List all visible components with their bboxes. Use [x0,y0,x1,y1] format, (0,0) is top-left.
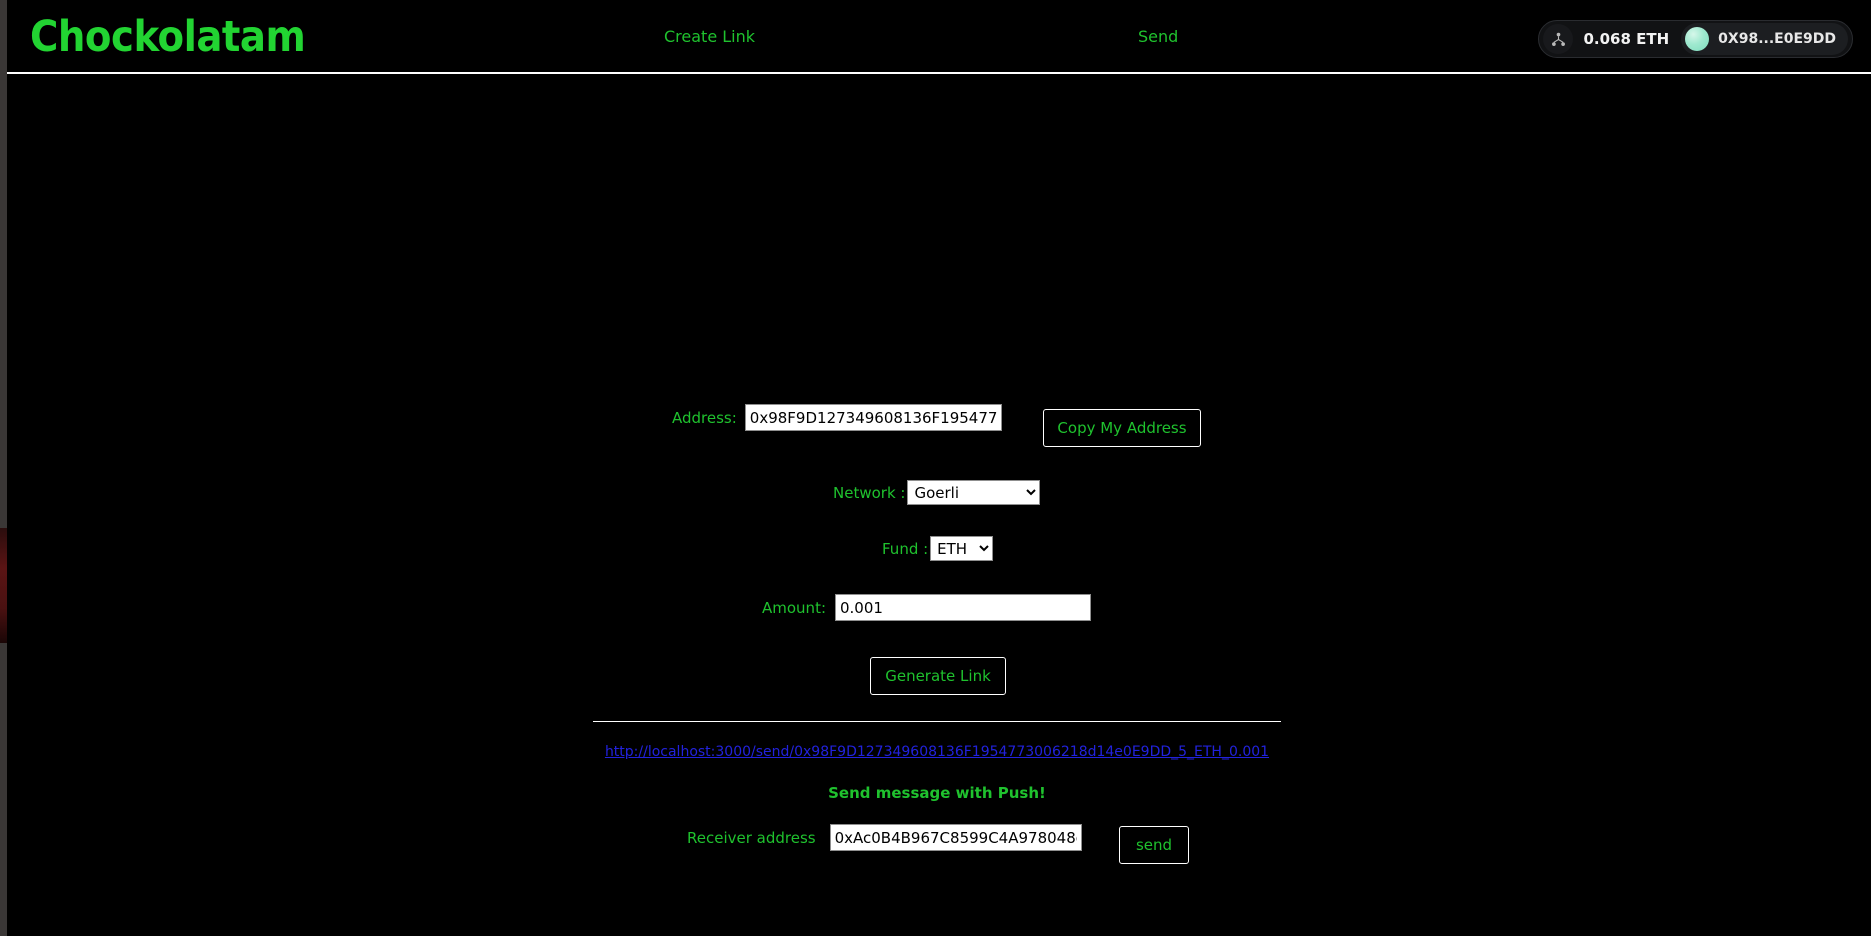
wallet-widget[interactable]: 0.068 ETH 0X98...E0E9DD [1538,20,1853,58]
section-divider [593,721,1281,722]
address-label: Address: [672,408,737,427]
send-push-button[interactable]: send [1119,826,1189,864]
receiver-address-label: Receiver address [687,828,816,847]
amount-row: Amount: [762,594,1091,621]
address-input[interactable] [744,404,1002,431]
nav-item-send[interactable]: Send [1138,27,1178,47]
push-section-title: Send message with Push! [828,784,1046,802]
nav-item-create-link[interactable]: Create Link [664,27,755,47]
left-edge-red-marker [0,528,7,643]
network-label: Network : [833,483,906,502]
window-left-edge [0,0,7,936]
generated-link[interactable]: http://localhost:3000/send/0x98F9D127349… [593,744,1281,760]
wallet-balance: 0.068 ETH [1583,30,1670,48]
generate-link-button[interactable]: Generate Link [870,657,1006,695]
network-row: Network : Goerli [833,480,1041,505]
site-header: Chockolatam Create Link Send 0.068 ETH 0… [0,0,1871,74]
wallet-avatar [1685,27,1710,51]
address-row: Address: [672,404,1002,431]
main-content: Address: Copy My Address Network : Goerl… [0,76,1871,936]
fund-label: Fund : [882,539,929,558]
fund-row: Fund : ETH [882,536,994,561]
receiver-address-input[interactable] [829,824,1082,851]
network-nodes-icon[interactable] [1543,24,1574,54]
wallet-account-pill[interactable]: 0X98...E0E9DD [1681,23,1848,55]
amount-input[interactable] [835,594,1091,621]
wallet-account-address: 0X98...E0E9DD [1718,31,1836,47]
receiver-address-row: Receiver address [687,824,1082,851]
amount-label: Amount: [762,598,826,617]
fund-select[interactable]: ETH [930,536,994,561]
network-select[interactable]: Goerli [907,480,1041,505]
brand-logo[interactable]: Chockolatam [30,12,306,62]
copy-my-address-button[interactable]: Copy My Address [1043,409,1201,447]
